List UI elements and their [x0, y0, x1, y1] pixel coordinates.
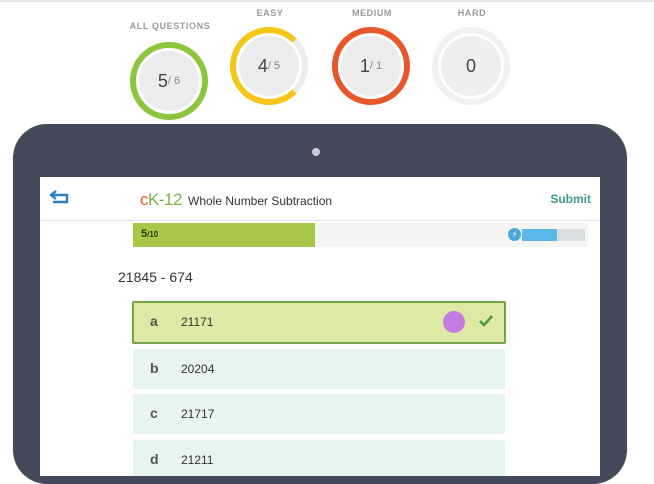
option-letter: a: [150, 313, 158, 329]
option-letter: d: [150, 451, 159, 467]
app-header: cK-12 Whole Number Subtraction Submit: [40, 177, 600, 221]
tablet-screen: cK-12 Whole Number Subtraction Submit 5/…: [40, 177, 600, 476]
option-value: 21211: [181, 453, 214, 467]
answer-option-c[interactable]: c 21717: [133, 394, 505, 434]
stat-value: 0: [441, 36, 501, 96]
option-value: 21717: [181, 407, 215, 421]
progress-bar: 5/10 ⚡: [133, 223, 588, 247]
stat-hard: HARD 0: [427, 0, 517, 110]
energy-meter-fill: [522, 229, 557, 241]
answer-option-a[interactable]: a 21171: [132, 301, 506, 344]
stat-value: 4/ 5: [239, 36, 299, 96]
energy-meter: [522, 229, 585, 241]
option-letter: c: [150, 405, 158, 421]
bolt-icon: ⚡: [508, 228, 521, 241]
stat-label: ALL QUESTIONS: [129, 21, 211, 31]
answer-option-b[interactable]: b 20204: [133, 349, 505, 389]
check-icon: [479, 315, 493, 327]
option-letter: b: [150, 360, 159, 376]
question-text: 21845 - 674: [118, 269, 193, 285]
stat-value: 1/ 1: [341, 36, 401, 96]
tablet-camera: [312, 148, 320, 156]
option-value: 20204: [181, 362, 215, 376]
selection-dot: [443, 311, 465, 333]
answer-option-d[interactable]: d 21211: [133, 440, 505, 476]
page-title: Whole Number Subtraction: [188, 194, 333, 208]
stat-all-questions: ALL QUESTIONS 5/ 6: [125, 0, 215, 120]
ck12-logo: cK-12: [140, 190, 182, 209]
back-arrow-icon[interactable]: [50, 190, 70, 204]
stat-value: 5/ 6: [139, 51, 199, 111]
option-value: 21171: [181, 315, 214, 329]
progress-fill: [133, 223, 315, 247]
stat-label: HARD: [457, 8, 487, 18]
submit-button[interactable]: Submit: [550, 192, 591, 206]
progress-text: 5/10: [141, 228, 159, 240]
